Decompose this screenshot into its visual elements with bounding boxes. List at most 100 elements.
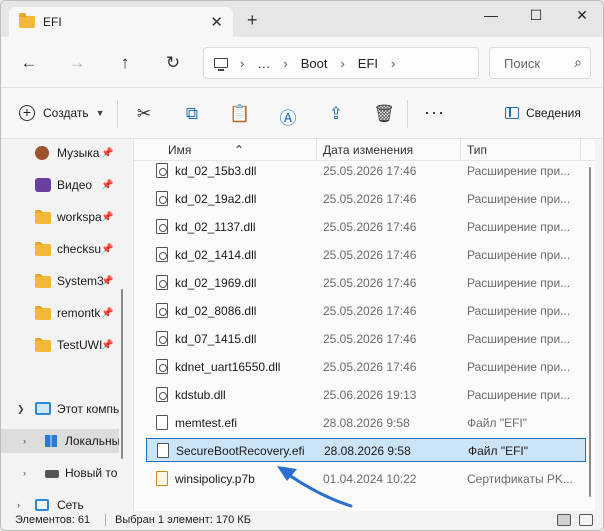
copy-icon[interactable]: ⧉	[181, 104, 203, 124]
sidebar-item-network[interactable]: › Сеть	[1, 493, 119, 511]
plus-icon: +	[19, 105, 35, 121]
tiles-view-icon[interactable]	[579, 514, 593, 526]
details-button[interactable]: Сведения	[505, 106, 581, 120]
chevron-right-icon[interactable]: ›	[283, 56, 287, 71]
tab-close-icon[interactable]: ✕	[210, 13, 223, 31]
drive-icon	[45, 470, 59, 478]
file-date: 25.05.2026 17:46	[323, 360, 417, 374]
scrollbar-thumb[interactable]	[121, 289, 123, 459]
list-item[interactable]: kd_02_15b3.dll 25.05.2026 17:46 Расширен…	[146, 159, 586, 183]
file-type: Расширение при...	[467, 304, 571, 318]
sidebar-item-music[interactable]: Музыка 📌	[1, 141, 119, 165]
chevron-right-icon[interactable]: ›	[17, 500, 20, 510]
list-item[interactable]: kdnet_uart16550.dll 25.05.2026 17:46 Рас…	[146, 355, 586, 379]
scrollbar-thumb[interactable]	[589, 167, 591, 497]
dll-file-icon	[156, 303, 168, 318]
list-item[interactable]: winsipolicy.p7b 01.04.2024 10:22 Сертифи…	[146, 467, 586, 491]
tab-efi[interactable]: EFI ✕	[9, 7, 233, 37]
forward-icon[interactable]: →	[65, 53, 89, 73]
paste-icon[interactable]: 📋	[229, 104, 251, 124]
address-bar[interactable]: › … › Boot › EFI ›	[203, 47, 479, 79]
sidebar-item-remontka[interactable]: remontk 📌	[1, 301, 119, 325]
tab-title: EFI	[43, 15, 62, 29]
column-divider[interactable]	[316, 139, 317, 161]
sidebar-item-this-pc[interactable]: ❯ Этот компь	[1, 397, 119, 421]
file-type: Расширение при...	[467, 248, 571, 262]
refresh-icon[interactable]: ↻	[161, 53, 185, 73]
file-type: Расширение при...	[467, 388, 571, 402]
column-header-date[interactable]: Дата изменения	[323, 143, 413, 157]
chevron-down-icon[interactable]: ❯	[17, 404, 25, 415]
cut-icon[interactable]: ✂	[133, 104, 155, 124]
sidebar-item-label: Видео	[57, 178, 93, 192]
pin-icon: 📌	[101, 307, 114, 319]
file-explorer-window: EFI ✕ + — ☐ ✕ ← → ↑ ↻ › … › Boot › EFI ›…	[0, 0, 604, 531]
share-icon[interactable]: ⇪	[325, 104, 347, 124]
sidebar-item-workspace[interactable]: workspa 📌	[1, 205, 119, 229]
file-date: 01.04.2024 10:22	[323, 472, 417, 486]
sidebar-item-new-volume[interactable]: › Новый то	[1, 461, 119, 485]
create-button[interactable]: + Создать ▼	[19, 105, 105, 121]
details-pane-icon	[505, 107, 519, 119]
file-name: kd_02_1137.dll	[175, 220, 256, 234]
search-placeholder: Поиск	[504, 55, 541, 71]
sidebar-item-label: Этот компь	[57, 402, 119, 416]
chevron-right-icon[interactable]: ›	[340, 56, 344, 71]
file-name: kd_02_19a2.dll	[175, 192, 257, 206]
chevron-right-icon[interactable]: ›	[391, 56, 395, 71]
file-date: 28.08.2026 9:58	[324, 444, 411, 458]
more-options-icon[interactable]: ···	[424, 102, 445, 123]
pin-icon: 📌	[101, 179, 114, 191]
file-list-scrollbar[interactable]	[587, 161, 593, 501]
list-item[interactable]: memtest.efi 28.08.2026 9:58 Файл "EFI"	[146, 411, 586, 435]
computer-icon	[35, 402, 51, 415]
list-item[interactable]: kd_07_1415.dll 25.05.2026 17:46 Расширен…	[146, 327, 586, 351]
list-item[interactable]: kd_02_1137.dll 25.05.2026 17:46 Расширен…	[146, 215, 586, 239]
sidebar-item-checksum[interactable]: checksu 📌	[1, 237, 119, 261]
sidebar-item-testuwp[interactable]: TestUWI 📌	[1, 333, 119, 357]
search-input[interactable]: Поиск ⌕	[489, 47, 591, 79]
file-date: 25.06.2026 19:13	[323, 388, 417, 402]
status-item-count: Элементов: 61	[15, 514, 91, 526]
column-divider[interactable]	[580, 139, 581, 161]
sidebar-item-label: workspa	[57, 210, 102, 224]
list-item[interactable]: kd_02_19a2.dll 25.05.2026 17:46 Расширен…	[146, 187, 586, 211]
close-button[interactable]: ✕	[567, 7, 597, 27]
sidebar-item-label: checksu	[57, 242, 102, 256]
up-icon[interactable]: ↑	[113, 53, 137, 73]
breadcrumb-boot[interactable]: Boot	[301, 56, 328, 71]
column-header-type[interactable]: Тип	[467, 143, 487, 157]
sidebar-item-video[interactable]: Видео 📌	[1, 173, 119, 197]
list-item[interactable]: kd_02_1414.dll 25.05.2026 17:46 Расширен…	[146, 243, 586, 267]
sidebar-item-label: Новый то	[65, 466, 118, 480]
list-item[interactable]: kd_02_8086.dll 25.05.2026 17:46 Расширен…	[146, 299, 586, 323]
file-type: Расширение при...	[467, 360, 571, 374]
breadcrumb-ellipsis[interactable]: …	[257, 56, 270, 71]
list-item-selected[interactable]: SecureBootRecovery.efi 28.08.2026 9:58 Ф…	[146, 438, 586, 462]
back-icon[interactable]: ←	[17, 53, 41, 73]
column-divider[interactable]	[460, 139, 461, 161]
file-type: Файл "EFI"	[468, 444, 529, 458]
file-name: memtest.efi	[175, 416, 238, 430]
column-header-name[interactable]: Имя	[168, 143, 191, 157]
list-item[interactable]: kdstub.dll 25.06.2026 19:13 Расширение п…	[146, 383, 586, 407]
sidebar-item-system32[interactable]: System3 📌	[1, 269, 119, 293]
file-date: 25.05.2026 17:46	[323, 304, 417, 318]
file-type: Файл "EFI"	[467, 416, 528, 430]
maximize-button[interactable]: ☐	[521, 7, 551, 27]
pin-icon: 📌	[101, 211, 114, 223]
file-list: ⌃ Имя Дата изменения Тип kd_02_15b3.dll …	[133, 139, 595, 511]
new-tab-icon[interactable]: +	[247, 10, 258, 31]
breadcrumb-efi[interactable]: EFI	[358, 56, 378, 71]
sidebar-item-local-disk[interactable]: › Локальны	[1, 429, 119, 453]
minimize-button[interactable]: —	[476, 7, 506, 27]
details-view-icon[interactable]	[557, 514, 571, 526]
chevron-right-icon[interactable]: ›	[23, 468, 26, 478]
rename-icon[interactable]: Ⓐ	[277, 104, 299, 129]
list-item[interactable]: kd_02_1969.dll 25.05.2026 17:46 Расширен…	[146, 271, 586, 295]
chevron-right-icon[interactable]: ›	[23, 436, 26, 446]
chevron-right-icon[interactable]: ›	[240, 56, 244, 71]
file-date: 25.05.2026 17:46	[323, 220, 417, 234]
delete-icon[interactable]: 🗑	[373, 104, 395, 124]
sidebar-scrollbar[interactable]	[119, 139, 125, 511]
